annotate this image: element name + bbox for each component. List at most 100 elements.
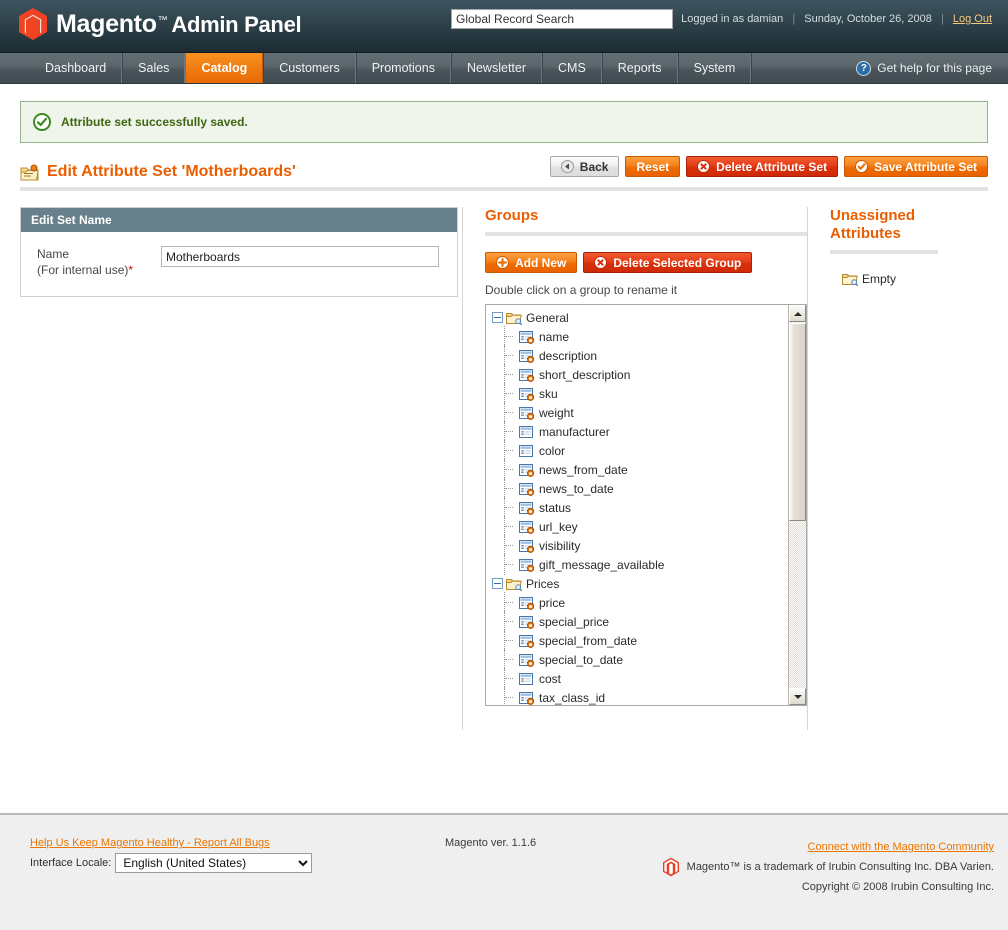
name-label-line1: Name [37, 247, 70, 261]
search-input[interactable] [451, 9, 673, 29]
unassigned-empty-node[interactable]: Empty [830, 272, 962, 286]
tree-attribute-label: color [539, 443, 566, 458]
delete-selected-group-button[interactable]: Delete Selected Group [583, 252, 753, 273]
nav-item-dashboard[interactable]: Dashboard [30, 53, 123, 83]
tree-attribute-label: weight [539, 405, 574, 420]
tree-attribute-node[interactable]: special_from_date [492, 630, 787, 651]
unassigned-attributes-column: Unassigned Attributes Empty [807, 207, 962, 730]
edit-set-name-body: Name (For internal use)* [21, 232, 457, 296]
system-attribute-icon [519, 501, 535, 515]
page-title: Edit Attribute Set 'Motherboards' [47, 163, 296, 180]
tree-attribute-node[interactable]: manufacturer [492, 421, 787, 442]
system-attribute-icon [519, 330, 535, 344]
add-new-group-button[interactable]: Add New [485, 252, 578, 273]
back-button-label: Back [579, 159, 609, 174]
scroll-up-arrow-icon [793, 311, 802, 316]
meta-separator-1: | [792, 13, 796, 25]
report-bugs-link[interactable]: Help Us Keep Magento Healthy - Report Al… [30, 837, 270, 849]
top-header: Magento™Admin Panel Logged in as damian … [0, 0, 1008, 53]
tree-attribute-node[interactable]: gift_message_available [492, 554, 787, 575]
system-attribute-icon [519, 596, 535, 610]
tree-group-node[interactable]: General [492, 308, 787, 327]
delete-attribute-set-button[interactable]: Delete Attribute Set [686, 156, 839, 177]
edit-set-name-panel: Edit Set Name Name (For internal use)* [20, 207, 458, 297]
community-link[interactable]: Connect with the Magento Community [808, 841, 994, 853]
nav-item-cms[interactable]: CMS [542, 53, 602, 83]
tree-attribute-node[interactable]: description [492, 345, 787, 366]
tree-attribute-node[interactable]: news_to_date [492, 478, 787, 499]
attribute-groups-tree[interactable]: General name description short_description s… [485, 304, 807, 706]
back-button[interactable]: Back [549, 156, 620, 177]
tree-attribute-label: manufacturer [539, 424, 610, 439]
tree-group-node[interactable]: Prices [492, 574, 787, 593]
tree-group-label: General [526, 310, 569, 325]
edit-set-name-title: Edit Set Name [21, 208, 457, 232]
tree-attribute-node[interactable]: tax_class_id [492, 687, 787, 705]
tree-attribute-node[interactable]: short_description [492, 364, 787, 385]
tree-attribute-node[interactable]: news_from_date [492, 459, 787, 480]
tree-attribute-label: special_from_date [539, 633, 638, 648]
scroll-down-button[interactable] [789, 688, 806, 705]
brand-name: Magento [56, 9, 157, 38]
tree-attribute-node[interactable]: sku [492, 383, 787, 404]
collapse-toggle-icon[interactable] [492, 312, 503, 323]
tree-scrollbar[interactable] [788, 305, 806, 705]
tree-attribute-node[interactable]: name [492, 326, 787, 347]
reset-button[interactable]: Reset [625, 156, 681, 177]
add-new-group-label: Add New [515, 255, 567, 270]
tree-attribute-label: visibility [539, 538, 581, 553]
tree-attribute-node[interactable]: price [492, 592, 787, 613]
get-help-link[interactable]: ? Get help for this page [856, 53, 1008, 83]
page-title-row: Edit Attribute Set 'Motherboards' Back R… [20, 156, 988, 191]
page-footer: Help Us Keep Magento Healthy - Report Al… [0, 813, 1008, 930]
group-action-buttons: Add New Delete Selected Group [485, 252, 807, 273]
tree-attribute-node[interactable]: special_price [492, 611, 787, 632]
tree-attribute-node[interactable]: cost [492, 668, 787, 689]
tree-attribute-node[interactable]: weight [492, 402, 787, 423]
back-arrow-icon [560, 160, 574, 173]
logout-link[interactable]: Log Out [953, 13, 992, 25]
nav-item-sales[interactable]: Sales [122, 53, 186, 83]
attribute-icon [519, 444, 533, 457]
tree-attribute-label: cost [539, 671, 562, 686]
nav-item-customers[interactable]: Customers [263, 53, 356, 83]
system-attribute-icon [519, 558, 535, 572]
system-attribute-icon [519, 539, 535, 553]
tree-attribute-node[interactable]: url_key [492, 516, 787, 537]
nav-item-catalog[interactable]: Catalog [185, 53, 264, 83]
groups-title: Groups [485, 207, 539, 224]
system-attribute-icon [519, 520, 535, 534]
scrollbar-thumb[interactable] [789, 323, 806, 521]
collapse-toggle-icon[interactable] [492, 578, 503, 589]
nav-item-promotions[interactable]: Promotions [355, 53, 451, 83]
logged-in-label: Logged in as damian [681, 13, 784, 25]
system-attribute-icon [519, 634, 535, 648]
tree-attribute-node[interactable]: special_to_date [492, 649, 787, 670]
required-marker: * [128, 263, 134, 277]
page-action-buttons: Back Reset Delete Attribute Set Save Att… [549, 156, 988, 177]
admin-panel-label: Admin Panel [171, 11, 302, 37]
tree-attribute-node[interactable]: visibility [492, 535, 787, 556]
attribute-set-name-input[interactable] [161, 246, 439, 267]
system-attribute-icon [519, 463, 535, 477]
interface-locale-select[interactable]: English (United States) [115, 853, 313, 873]
scroll-up-button[interactable] [789, 305, 806, 322]
rename-group-hint: Double click on a group to rename it [485, 283, 678, 297]
interface-locale-row: Interface Locale: English (United States… [30, 853, 313, 873]
nav-item-system[interactable]: System [677, 53, 752, 83]
tree-attribute-node[interactable]: status [492, 497, 787, 518]
nav-item-newsletter[interactable]: Newsletter [450, 53, 542, 83]
brand-logo[interactable]: Magento™ Admin Panel [18, 8, 302, 40]
tree-attribute-node[interactable]: color [492, 440, 787, 461]
success-message: Attribute set successfully saved. [20, 101, 988, 143]
name-field-label: Name (For internal use)* [37, 246, 161, 278]
nav-item-reports[interactable]: Reports [601, 53, 678, 83]
columns-layout: Edit Set Name Name (For internal use)* G… [20, 207, 988, 730]
header-meta: Logged in as damian | Sunday, October 26… [681, 13, 992, 25]
save-attribute-set-button[interactable]: Save Attribute Set [844, 156, 988, 177]
unassigned-title-line1: Unassigned [830, 207, 916, 224]
tree-attribute-label: gift_message_available [539, 557, 665, 572]
brand-title: Magento™ Admin Panel [56, 9, 302, 39]
magento-logo-icon [662, 857, 679, 877]
tree-attribute-label: tax_class_id [539, 690, 606, 705]
